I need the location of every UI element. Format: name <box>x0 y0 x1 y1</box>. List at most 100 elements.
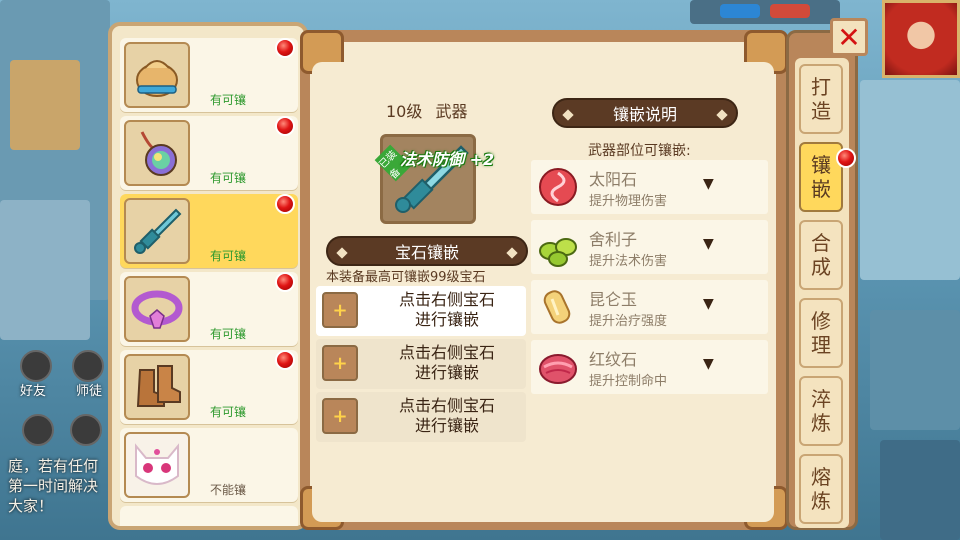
equip-item-belt[interactable]: 有可镶 <box>120 272 298 346</box>
add-gem-icon[interactable]: + <box>322 345 358 381</box>
master-icon[interactable] <box>72 350 104 382</box>
equip-item-boots[interactable]: 有可镶 <box>120 350 298 424</box>
close-icon: ✕ <box>837 20 861 54</box>
belt-icon <box>131 290 183 329</box>
alert-dot-icon <box>275 194 295 214</box>
add-gem-icon[interactable]: + <box>322 398 358 434</box>
equip-item-partial[interactable] <box>120 506 298 526</box>
max-gem-level-note: 本装备最高可镶嵌99级宝石 <box>326 270 486 285</box>
socket-hint: 点击右侧宝石 进行镶嵌 <box>372 290 522 330</box>
equip-status-label: 不能镶 <box>210 483 247 497</box>
sarira-icon <box>535 224 581 270</box>
microphone-icon[interactable] <box>70 414 102 446</box>
chat-line-3: 大家！ <box>8 497 54 515</box>
equip-status-label: 有可镶 <box>210 405 247 419</box>
gem-effect: 提升治疗强度 <box>589 314 668 329</box>
chat-message: 庭，若有任何 第一时间解决 大家！ <box>8 456 108 516</box>
socket-hint-line1: 点击右侧宝石 <box>398 396 495 415</box>
tab-label: 熔 <box>811 465 831 489</box>
equip-status-label: 有可镶 <box>210 93 247 107</box>
alert-dot-icon <box>275 38 295 58</box>
tab-label: 嵌 <box>811 177 831 201</box>
chat-bubble-icon[interactable] <box>22 414 54 446</box>
equip-slot <box>124 198 190 264</box>
gem-inlay-header-text: 宝石镶嵌 <box>394 243 459 262</box>
tab-smelt[interactable]: 熔 炼 <box>799 454 843 524</box>
tab-label: 成 <box>811 255 831 279</box>
alert-dot-icon <box>275 272 295 292</box>
tab-label: 修 <box>811 309 831 333</box>
equip-item-pet[interactable]: 不能镶 <box>120 428 298 502</box>
equip-status-label: 有可镶 <box>210 171 247 185</box>
amulet-icon <box>140 131 177 176</box>
gem-name: 红纹石 <box>589 350 638 369</box>
tab-label: 合 <box>811 231 831 255</box>
sun-stone-icon <box>535 164 581 210</box>
socket-hint-line1: 点击右侧宝石 <box>398 343 495 362</box>
dropdown-arrow-icon[interactable]: ▼ <box>703 296 714 312</box>
inlay-info-subheader: 武器部位可镶嵌: <box>588 143 691 159</box>
tab-label: 造 <box>811 99 831 123</box>
chat-line-2: 第一时间解决 <box>8 477 99 495</box>
equip-slot <box>124 432 190 498</box>
kunlun-jade-icon <box>535 284 581 330</box>
gem-socket-3[interactable]: + 点击右侧宝石 进行镶嵌 <box>316 392 526 442</box>
tab-label: 炼 <box>811 411 831 435</box>
inlay-info-header-text: 镶嵌说明 <box>612 105 677 124</box>
tab-label: 淬 <box>811 387 831 411</box>
gem-name: 昆仑玉 <box>589 290 638 309</box>
enhance-label: 法术防御 +2 <box>400 150 495 169</box>
tab-label: 镶 <box>811 153 831 177</box>
gem-socket-1[interactable]: + 点击右侧宝石 进行镶嵌 <box>316 286 526 336</box>
equipment-level: 10级 <box>386 102 423 121</box>
gem-name: 太阳石 <box>589 170 638 189</box>
dropdown-arrow-icon[interactable]: ▼ <box>703 176 714 192</box>
gem-option-sarira[interactable]: 舍利子 提升法术伤害 ▼ <box>531 220 768 274</box>
friends-icon[interactable] <box>20 350 52 382</box>
gem-option-kunlun-jade[interactable]: 昆仑玉 提升治疗强度 ▼ <box>531 280 768 334</box>
gem-option-sun-stone[interactable]: 太阳石 提升物理伤害 ▼ <box>531 160 768 214</box>
close-button[interactable]: ✕ <box>830 18 868 56</box>
equip-status-label: 有可镶 <box>210 249 247 263</box>
gem-effect: 提升物理伤害 <box>589 194 668 209</box>
chat-line-1: 庭，若有任何 <box>8 457 99 475</box>
pouch-icon <box>136 60 178 97</box>
tab-label: 打 <box>811 75 831 99</box>
gem-name: 舍利子 <box>589 230 638 249</box>
sword-icon <box>134 208 182 254</box>
tab-label: 炼 <box>811 489 831 513</box>
dropdown-arrow-icon[interactable]: ▼ <box>703 356 714 372</box>
dropdown-arrow-icon[interactable]: ▼ <box>703 236 714 252</box>
equip-item-weapon[interactable]: 有可镶 <box>120 194 298 268</box>
alert-dot-icon <box>275 116 295 136</box>
player-avatar[interactable] <box>882 0 960 78</box>
tab-combine[interactable]: 合 成 <box>799 220 843 290</box>
red-stripe-stone-icon <box>535 344 581 390</box>
gem-inlay-header: 宝石镶嵌 <box>326 236 528 266</box>
alert-dot-icon <box>836 148 856 168</box>
equipment-type: 武器 <box>435 102 468 121</box>
inlay-info-header: 镶嵌说明 <box>552 98 738 128</box>
equipment-title: 10级 武器 <box>386 98 467 122</box>
tab-label: 理 <box>811 333 831 357</box>
socket-hint: 点击右侧宝石 进行镶嵌 <box>372 396 522 436</box>
equip-slot <box>124 354 190 420</box>
equip-item-pouch[interactable]: 有可镶 <box>120 38 298 112</box>
equip-item-amulet[interactable]: 有可镶 <box>120 116 298 190</box>
boots-icon <box>136 365 181 407</box>
socket-hint-line1: 点击右侧宝石 <box>398 290 495 309</box>
gem-option-red-stripe-stone[interactable]: 红纹石 提升控制命中 ▼ <box>531 340 768 394</box>
socket-hint-line2: 进行镶嵌 <box>414 310 479 329</box>
tab-temper[interactable]: 淬 炼 <box>799 376 843 446</box>
equip-slot <box>124 42 190 108</box>
master-label: 师徒 <box>76 384 103 399</box>
gem-effect: 提升法术伤害 <box>589 254 668 269</box>
tab-forge[interactable]: 打 造 <box>799 64 843 134</box>
alert-dot-icon <box>275 350 295 370</box>
gem-socket-2[interactable]: + 点击右侧宝石 进行镶嵌 <box>316 339 526 389</box>
add-gem-icon[interactable]: + <box>322 292 358 328</box>
friends-label: 好友 <box>20 384 47 399</box>
pet-cat-icon <box>135 443 179 485</box>
socket-hint-line2: 进行镶嵌 <box>414 416 479 435</box>
tab-repair[interactable]: 修 理 <box>799 298 843 368</box>
